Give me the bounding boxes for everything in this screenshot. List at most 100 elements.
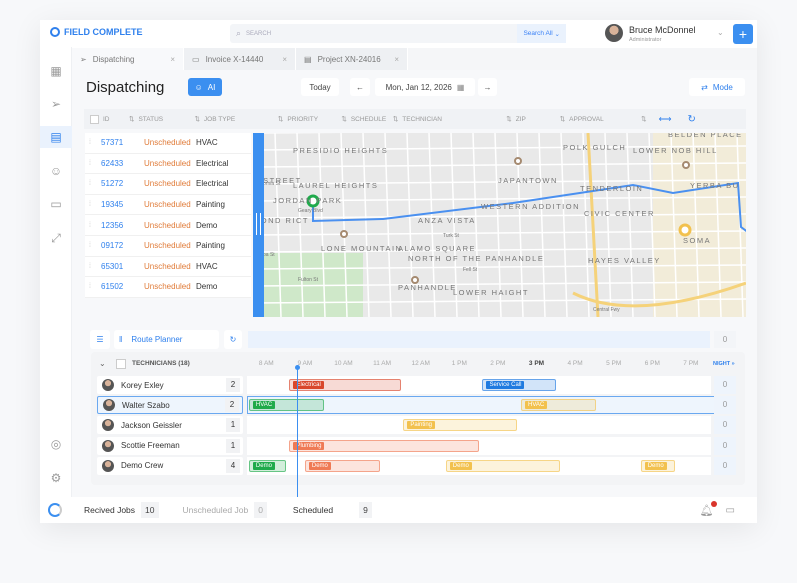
- close-icon[interactable]: ×: [394, 55, 399, 64]
- users-icon[interactable]: ☺: [49, 164, 63, 178]
- select-all-checkbox[interactable]: [90, 114, 99, 124]
- sort-icon[interactable]: ⇅: [341, 115, 346, 123]
- drag-handle-icon[interactable]: ⁞: [89, 263, 91, 270]
- reports-chart-icon[interactable]: ⤢: [49, 231, 63, 245]
- received-jobs-label[interactable]: Recived Jobs: [84, 505, 135, 515]
- collapse-chevron-icon[interactable]: ⌄: [99, 359, 106, 368]
- scheduled-job-bar[interactable]: Demo: [248, 459, 286, 472]
- ai-button[interactable]: ☺ AI: [188, 78, 222, 96]
- route-refresh-button[interactable]: ↻: [224, 330, 242, 349]
- search-input[interactable]: ⌕ SEARCH Search All ⌄: [230, 24, 566, 43]
- refresh-icon[interactable]: ↻: [688, 114, 696, 125]
- help-icon[interactable]: ◎: [49, 437, 63, 451]
- job-id[interactable]: 57371: [85, 138, 130, 147]
- job-row[interactable]: ⁞ 61502 Unscheduled Demo: [85, 277, 251, 298]
- sort-icon[interactable]: ⇅: [393, 115, 398, 123]
- close-icon[interactable]: ×: [170, 55, 175, 64]
- job-row[interactable]: ⁞ 19345 Unscheduled Painting: [85, 194, 251, 216]
- date-picker[interactable]: Mon, Jan 12, 2026 ▦: [375, 78, 475, 96]
- scheduled-job-bar[interactable]: Service Call: [482, 379, 556, 391]
- drag-handle-icon[interactable]: ⁞: [89, 180, 91, 187]
- scheduled-job-bar[interactable]: Electrical: [289, 379, 402, 391]
- search-scope-dropdown[interactable]: Search All ⌄: [517, 24, 566, 43]
- sort-icon[interactable]: ⇅: [506, 115, 511, 123]
- drag-handle-icon[interactable]: ⁞: [89, 283, 91, 290]
- col-approval[interactable]: APPROVAL: [569, 116, 637, 123]
- job-row[interactable]: ⁞ 62433 Unscheduled Electrical: [85, 153, 251, 175]
- scheduled-job-bar[interactable]: HVAC: [248, 399, 325, 412]
- notifications-bell-icon[interactable]: 🔔︎: [700, 500, 717, 517]
- drag-handle-icon[interactable]: ⁞: [89, 222, 91, 229]
- col-job-type[interactable]: JOB TYPE: [204, 116, 274, 123]
- col-status[interactable]: STATUS: [138, 116, 190, 123]
- map[interactable]: PRESIDIO HEIGHTS POLK GULCH LOWER NOB HILL…: [253, 133, 746, 317]
- technician-row[interactable]: Jackson Geissler 1: [97, 416, 243, 435]
- technician-row[interactable]: Demo Crew 4: [97, 456, 243, 475]
- drag-handle-icon[interactable]: ⁞: [89, 201, 91, 208]
- map-label: BELDEN PLACE: [668, 133, 743, 139]
- scheduled-job-bar[interactable]: HVAC: [521, 399, 597, 412]
- col-technician[interactable]: TECHNICIAN: [402, 116, 502, 123]
- scheduled-job-bar[interactable]: Painting: [403, 419, 518, 432]
- job-id[interactable]: 62433: [85, 159, 130, 168]
- mode-button[interactable]: ⇄ Mode: [689, 78, 745, 96]
- drag-handle-icon[interactable]: ⁞: [89, 242, 91, 249]
- drag-handle-icon[interactable]: ⁞: [89, 139, 91, 146]
- col-schedule[interactable]: SCHEDULE: [351, 116, 389, 123]
- scheduled-job-bar[interactable]: Demo: [640, 459, 676, 472]
- sort-icon[interactable]: ⇅: [194, 115, 199, 123]
- unassigned-lane[interactable]: [248, 331, 710, 348]
- scheduled-jobs-label[interactable]: Scheduled: [293, 505, 333, 515]
- job-row[interactable]: ⁞ 51272 Unscheduled Electrical: [85, 174, 251, 195]
- unscheduled-jobs-label[interactable]: Unscheduled Job: [183, 505, 249, 515]
- sort-icon[interactable]: ⇅: [278, 115, 283, 123]
- job-row[interactable]: ⁞ 57371 Unscheduled HVAC: [85, 133, 251, 154]
- user-menu-chevron-icon[interactable]: ⌄: [717, 28, 724, 37]
- dashboard-grid-icon[interactable]: ▦: [49, 64, 63, 78]
- tab-invoice[interactable]: ▭ Invoice X-14440 ×: [184, 48, 296, 70]
- technician-row[interactable]: Scottie Freeman 1: [97, 436, 243, 455]
- scheduled-job-bar[interactable]: Demo: [304, 459, 381, 472]
- job-id[interactable]: 65301: [85, 262, 130, 271]
- job-id[interactable]: 12356: [85, 221, 130, 230]
- tab-project[interactable]: ▤ Project XN-24016 ×: [296, 48, 408, 70]
- sort-icon[interactable]: ⇅: [560, 115, 565, 123]
- job-row[interactable]: ⁞ 09172 Unscheduled Painting: [85, 235, 251, 257]
- job-id[interactable]: 09172: [85, 241, 130, 250]
- settings-gear-icon[interactable]: ⚙: [49, 471, 63, 485]
- billing-card-icon[interactable]: ▭: [49, 197, 63, 211]
- job-id[interactable]: 61502: [85, 282, 130, 291]
- chat-icon[interactable]: ▭: [726, 505, 735, 516]
- job-row[interactable]: ⁞ 12356 Unscheduled Demo: [85, 215, 251, 236]
- user-avatar[interactable]: [605, 24, 623, 42]
- drag-handle-icon[interactable]: ⁞: [89, 160, 91, 167]
- route-planner-button[interactable]: ‖ Route Planner: [114, 330, 219, 349]
- job-row[interactable]: ⁞ 65301 Unscheduled HVAC: [85, 256, 251, 278]
- night-toggle[interactable]: NIGHT »: [713, 361, 735, 367]
- today-button[interactable]: Today: [301, 78, 339, 96]
- scheduled-job-bar[interactable]: Demo: [445, 459, 560, 472]
- sort-icon[interactable]: ⇅: [641, 115, 646, 123]
- select-all-technicians-checkbox[interactable]: [116, 359, 126, 369]
- col-zip[interactable]: ZIP: [516, 116, 556, 123]
- sort-icon[interactable]: ⇅: [129, 115, 134, 123]
- job-id[interactable]: 19345: [85, 200, 130, 209]
- add-button[interactable]: +: [733, 24, 753, 44]
- documents-icon[interactable]: ▤: [40, 126, 72, 148]
- technician-row[interactable]: Walter Szabo 2: [97, 396, 243, 415]
- expand-columns-icon[interactable]: ⟷: [659, 114, 672, 125]
- list-view-button[interactable]: ☰: [90, 330, 110, 349]
- tab-dispatching[interactable]: ➢ Dispatching ×: [72, 48, 184, 70]
- map-resize-handle[interactable]: [253, 133, 264, 317]
- job-id[interactable]: 51272: [85, 179, 130, 188]
- logo[interactable]: FIELD COMPLETE: [50, 27, 143, 37]
- prev-day-button[interactable]: ←: [350, 78, 370, 96]
- col-id[interactable]: ID: [103, 116, 125, 123]
- col-priority[interactable]: PRIORITY: [287, 116, 337, 123]
- close-icon[interactable]: ×: [282, 55, 287, 64]
- scheduled-job-bar[interactable]: Plumbing: [289, 439, 479, 452]
- next-day-button[interactable]: →: [478, 78, 497, 96]
- map-canvas[interactable]: PRESIDIO HEIGHTS POLK GULCH LOWER NOB HILL…: [253, 133, 746, 317]
- dispatch-send-icon[interactable]: ➢: [49, 97, 63, 111]
- technician-row[interactable]: Korey Exley 2: [97, 376, 243, 394]
